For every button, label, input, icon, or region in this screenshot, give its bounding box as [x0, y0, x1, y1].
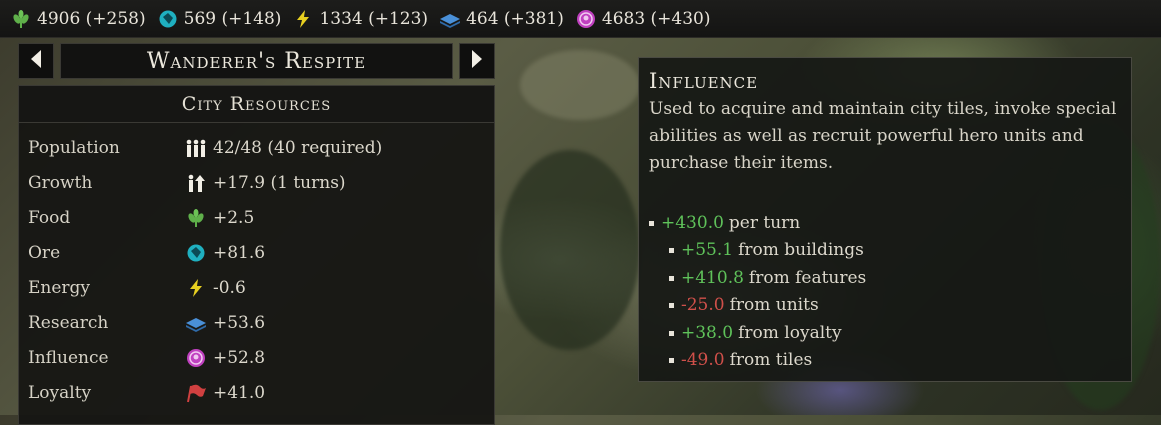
city-name: Wanderer's Respite	[60, 43, 453, 79]
source-value: +38.0	[681, 323, 734, 343]
previous-city-button[interactable]	[18, 43, 54, 79]
population-icon	[185, 137, 207, 159]
bullet-icon	[669, 330, 674, 336]
loyalty-flag-icon	[185, 382, 207, 404]
resource-value: +81.6	[213, 243, 266, 263]
source-line-units: -25.0 from units	[669, 295, 819, 315]
source-label: from units	[729, 295, 819, 315]
growth-icon	[185, 172, 207, 194]
influence-stock[interactable]: 4683 (+430)	[575, 8, 711, 30]
energy-bolt-icon	[185, 277, 207, 299]
resource-value: +17.9 (1 turns)	[213, 173, 346, 193]
resource-label: Ore	[28, 243, 61, 263]
energy-stock[interactable]: 1334 (+123)	[292, 8, 428, 30]
source-label: from loyalty	[738, 323, 842, 343]
arrow-left-icon	[29, 49, 43, 73]
resource-label: Energy	[28, 278, 91, 298]
source-label: from features	[748, 268, 867, 288]
resource-row-ore[interactable]: Ore +81.6	[28, 238, 265, 268]
resource-value: +53.6	[213, 313, 266, 333]
tooltip-title: Influence	[649, 69, 759, 93]
resource-row-loyalty[interactable]: Loyalty +41.0	[28, 378, 265, 408]
energy-stock-value: 1334 (+123)	[319, 8, 429, 29]
resource-row-population[interactable]: Population 42/48 (40 required)	[28, 133, 382, 163]
food-wheat-icon	[10, 8, 32, 30]
research-stock-value: 464 (+381)	[466, 8, 564, 29]
resource-row-research[interactable]: Research +53.6	[28, 308, 265, 338]
bullet-icon	[669, 247, 674, 253]
research-stock[interactable]: 464 (+381)	[439, 8, 564, 30]
resource-label: Food	[28, 208, 71, 228]
ore-crystal-icon	[185, 242, 207, 264]
next-city-button[interactable]	[459, 43, 495, 79]
source-line-loyalty: +38.0 from loyalty	[669, 323, 842, 343]
panel-title: City Resources	[19, 86, 494, 123]
source-line-buildings: +55.1 from buildings	[669, 240, 864, 260]
resource-label: Population	[28, 138, 120, 158]
resource-label: Growth	[28, 173, 93, 193]
resource-row-influence[interactable]: Influence +52.8	[28, 343, 265, 373]
influence-tooltip: Influence Used to acquire and maintain c…	[638, 57, 1132, 382]
per-turn-line: +430.0 per turn	[649, 213, 800, 233]
influence-icon	[575, 8, 597, 30]
ore-stock[interactable]: 569 (+148)	[157, 8, 282, 30]
resource-label: Influence	[28, 348, 109, 368]
source-line-tiles: -49.0 from tiles	[669, 350, 812, 370]
source-value: -49.0	[681, 350, 725, 370]
food-stock-value: 4906 (+258)	[37, 8, 146, 29]
resource-value: +41.0	[213, 383, 266, 403]
research-book-icon	[439, 8, 461, 30]
ore-crystal-icon	[157, 8, 179, 30]
empire-resource-bar: 4906 (+258) 569 (+148) 1334 (+123) 464 (…	[0, 0, 1161, 38]
influence-stock-value: 4683 (+430)	[601, 8, 711, 29]
food-wheat-icon	[185, 207, 207, 229]
source-label: from tiles	[729, 350, 813, 370]
source-value: -25.0	[681, 295, 725, 315]
terrain-patch	[500, 150, 640, 350]
bullet-icon	[669, 275, 674, 281]
resource-row-food[interactable]: Food +2.5	[28, 203, 254, 233]
bullet-icon	[649, 220, 654, 226]
source-value: +410.8	[681, 268, 744, 288]
resource-label: Research	[28, 313, 109, 333]
source-label: from buildings	[738, 240, 864, 260]
food-stock[interactable]: 4906 (+258)	[10, 8, 146, 30]
influence-icon	[185, 347, 207, 369]
resource-label: Loyalty	[28, 383, 92, 403]
source-line-features: +410.8 from features	[669, 268, 866, 288]
bullet-icon	[669, 302, 674, 308]
resource-value: +52.8	[213, 348, 266, 368]
per-turn-value: +430.0	[661, 213, 724, 233]
ore-stock-value: 569 (+148)	[183, 8, 282, 29]
resource-row-energy[interactable]: Energy -0.6	[28, 273, 246, 303]
city-resources-panel: City Resources Population 42/48 (40 requ…	[18, 85, 495, 425]
resource-value: -0.6	[213, 278, 246, 298]
arrow-right-icon	[470, 49, 484, 73]
bullet-icon	[669, 357, 674, 363]
energy-bolt-icon	[292, 8, 314, 30]
research-book-icon	[185, 312, 207, 334]
resource-value: +2.5	[213, 208, 255, 228]
tooltip-description: Used to acquire and maintain city tiles,…	[649, 99, 1117, 173]
terrain-patch	[520, 50, 640, 120]
resource-value: 42/48 (40 required)	[213, 138, 383, 158]
per-turn-label: per turn	[728, 213, 801, 233]
resource-row-growth[interactable]: Growth +17.9 (1 turns)	[28, 168, 346, 198]
source-value: +55.1	[681, 240, 734, 260]
